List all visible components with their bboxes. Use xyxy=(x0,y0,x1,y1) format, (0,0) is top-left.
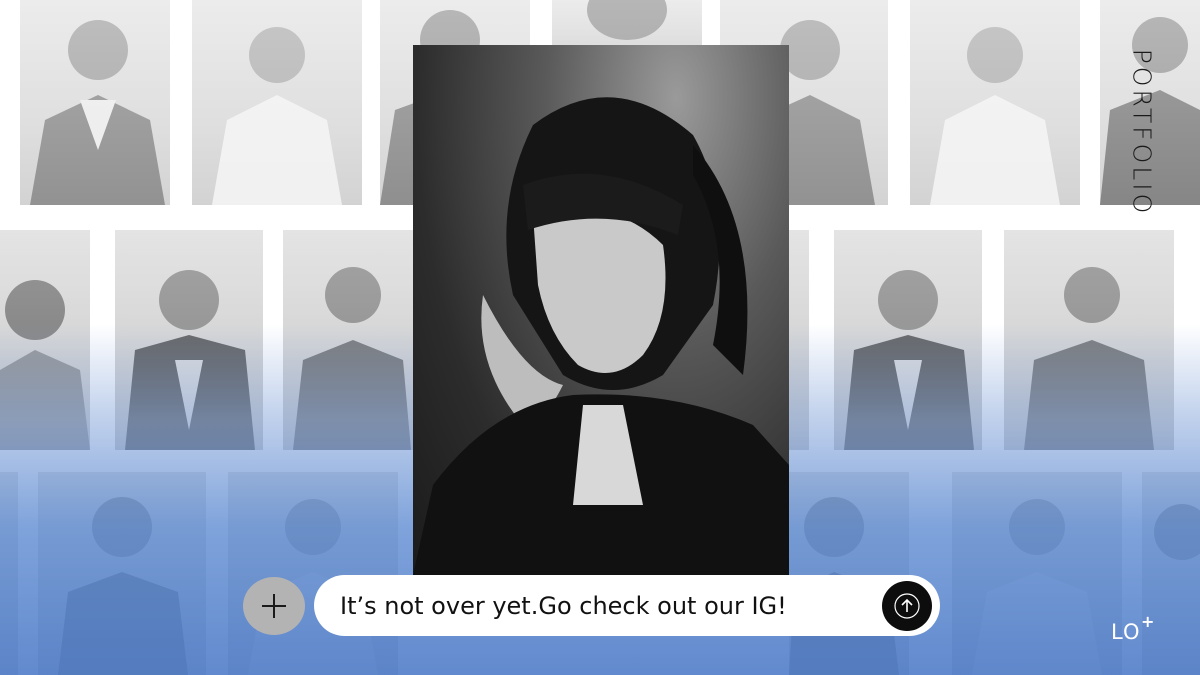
arrow-up-icon xyxy=(894,592,920,619)
portfolio-photo-thumbnail xyxy=(0,230,90,450)
portfolio-photo-thumbnail xyxy=(789,472,909,675)
send-button[interactable] xyxy=(882,580,932,631)
portfolio-photo-thumbnail xyxy=(834,230,982,450)
portfolio-photo-thumbnail xyxy=(910,0,1080,205)
portfolio-photo-thumbnail xyxy=(552,0,702,50)
plus-icon xyxy=(262,594,286,618)
portfolio-title-text: PORTFOLIO xyxy=(1127,48,1157,217)
portfolio-photo-thumbnail xyxy=(0,472,18,675)
logo-letters: LO xyxy=(1111,620,1141,644)
portfolio-photo-thumbnail xyxy=(38,472,206,675)
brand-logo: LO + xyxy=(1111,612,1171,646)
portfolio-photo-thumbnail xyxy=(115,230,263,450)
portfolio-photo-thumbnail xyxy=(789,230,809,450)
portfolio-photo-thumbnail xyxy=(1004,230,1174,450)
portfolio-photo-thumbnail xyxy=(192,0,362,205)
add-button[interactable] xyxy=(243,577,305,635)
message-bar[interactable]: It’s not over yet.Go check out our IG! xyxy=(314,575,940,636)
logo-superscript: + xyxy=(1141,612,1155,631)
portfolio-photo-thumbnail xyxy=(952,472,1122,675)
featured-portrait-photo xyxy=(413,45,789,575)
message-text: It’s not over yet.Go check out our IG! xyxy=(340,591,787,620)
portfolio-photo-thumbnail xyxy=(228,472,398,675)
portfolio-vertical-title: PORTFOLIO xyxy=(1127,40,1157,225)
portfolio-photo-thumbnail xyxy=(20,0,170,205)
portfolio-photo-thumbnail xyxy=(283,230,413,450)
